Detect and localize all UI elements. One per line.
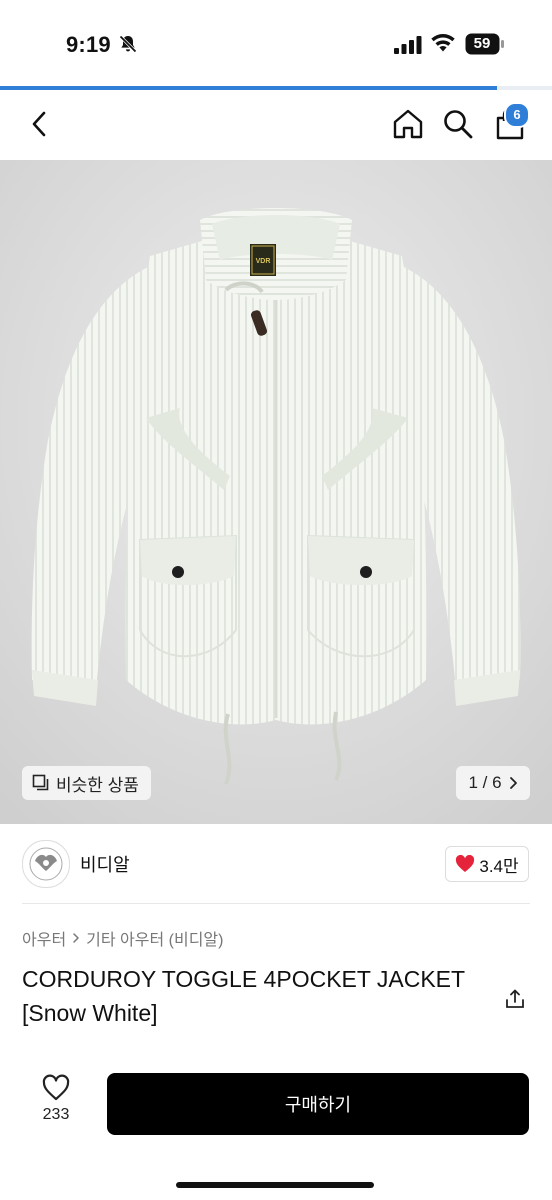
- breadcrumb: 아우터 기타 아우터 (비디알): [22, 926, 223, 950]
- breadcrumb-subcategory[interactable]: 기타 아우터 (비디알): [86, 926, 223, 950]
- seller-avatar[interactable]: [22, 840, 70, 888]
- page-indicator-text: 1 / 6: [468, 773, 502, 792]
- home-icon: [393, 109, 423, 139]
- cart-count-badge: 6: [504, 102, 530, 128]
- wishlist-button[interactable]: 233: [22, 1074, 90, 1134]
- jacket-photo: VDR: [0, 160, 552, 824]
- seller-name[interactable]: 비디알: [80, 851, 130, 877]
- status-time: 9:19: [66, 32, 111, 57]
- svg-text:VDR: VDR: [256, 258, 271, 265]
- seller-row: 비디알 3.4만: [0, 824, 552, 904]
- similar-icon: [32, 774, 49, 791]
- back-icon: [32, 111, 46, 137]
- status-bar: 9:19 59: [0, 0, 552, 86]
- wishlist-count: 233: [42, 1106, 70, 1123]
- buy-button[interactable]: 구매하기: [107, 1073, 529, 1135]
- share-icon: [506, 989, 524, 1008]
- store-like-count: 3.4만: [479, 856, 519, 876]
- store-like-button[interactable]: 3.4만: [445, 846, 529, 882]
- back-button[interactable]: [18, 102, 62, 146]
- divider: [22, 903, 530, 904]
- home-button[interactable]: [386, 102, 430, 146]
- seller-logo-icon: [29, 847, 63, 881]
- bottom-action-bar: 233 구매하기: [0, 1050, 552, 1200]
- share-button[interactable]: [500, 984, 530, 1014]
- wifi-icon: [431, 34, 455, 52]
- bell-slash-icon: [119, 35, 137, 53]
- home-indicator: [176, 1182, 374, 1188]
- signal-icon: [394, 36, 422, 54]
- search-button[interactable]: [436, 102, 480, 146]
- chevron-right-icon: [73, 933, 79, 943]
- image-page-indicator[interactable]: 1 / 6: [456, 766, 530, 800]
- heart-outline-icon: [42, 1074, 70, 1101]
- product-title: CORDUROY TOGGLE 4POCKET JACKET [Snow Whi…: [22, 966, 465, 1026]
- chevron-right-icon: [509, 777, 517, 789]
- search-icon: [444, 110, 473, 139]
- breadcrumb-category[interactable]: 아우터: [22, 926, 66, 950]
- similar-products-button[interactable]: 비슷한 상품: [22, 766, 151, 800]
- product-image[interactable]: VDR: [0, 160, 552, 824]
- similar-products-label: 비슷한 상품: [56, 775, 139, 795]
- nav-bar: [0, 90, 552, 160]
- heart-icon: [456, 855, 475, 872]
- battery-level: 59: [473, 35, 491, 52]
